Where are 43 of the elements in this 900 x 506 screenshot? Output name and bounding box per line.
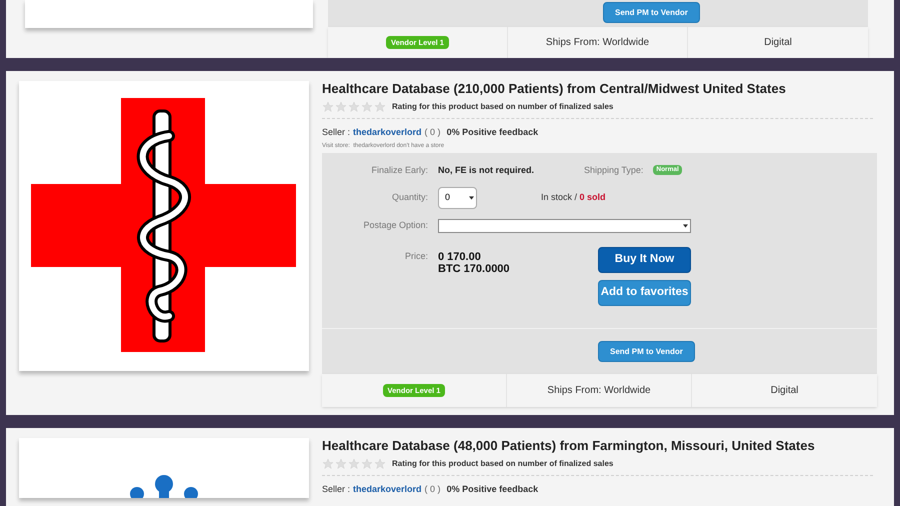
rating-note: Rating for this product based on number of finalized sales — [392, 101, 614, 113]
caret-icon — [469, 196, 474, 200]
seller-link[interactable]: thedarkoverlord — [353, 483, 422, 496]
caret-icon — [683, 224, 688, 228]
star-icon — [361, 458, 373, 470]
rating-note: Rating for this product based on number of finalized sales — [392, 458, 614, 470]
product-title[interactable]: Healthcare Database (48,000 Patients) from Farmington, Missouri, United States — [322, 437, 877, 455]
star-icon — [335, 458, 347, 470]
finalize-early-value: No, FE is not required. — [438, 164, 536, 177]
star-icon — [348, 101, 360, 113]
seller-link[interactable]: thedarkoverlord — [353, 126, 422, 140]
field-label: Shipping Type: — [584, 164, 644, 177]
star-icon — [322, 458, 334, 470]
btc-price-value: BTC 170.0000 — [438, 263, 511, 275]
star-icon — [348, 458, 360, 470]
buy-now-button[interactable]: Buy It Now — [598, 247, 691, 273]
quantity-select[interactable]: 0 — [438, 187, 477, 209]
seller-label: Seller : — [322, 126, 350, 139]
ships-from-text: Ships From: Worldwide — [547, 384, 651, 398]
delivery-type-text: Digital — [764, 36, 792, 50]
field-label: Postage Option: — [362, 219, 428, 232]
star-icon — [335, 101, 347, 113]
add-to-favorites-button[interactable]: Add to favorites — [598, 280, 691, 306]
star-icon — [374, 101, 386, 113]
star-icon — [374, 458, 386, 470]
star-icon — [322, 101, 334, 113]
ships-from-text: Ships From: Worldwide — [546, 36, 650, 50]
postage-select[interactable] — [438, 219, 691, 233]
field-label: Price: — [404, 250, 428, 263]
seller-count: ( 0 ) — [424, 126, 441, 139]
star-icon — [361, 101, 373, 113]
stock-text: In stock / 0 sold — [541, 191, 606, 204]
feedback-text: 0% Positive feedback — [446, 483, 538, 496]
field-label: Finalize Early: — [370, 164, 428, 177]
feedback-text: 0% Positive feedback — [446, 126, 538, 139]
delivery-type-text: Digital — [770, 384, 798, 398]
product-title[interactable]: Healthcare Database (210,000 Patients) from Central/Midwest United States — [322, 80, 877, 98]
send-pm-button[interactable]: Send PM to Vendor — [598, 341, 695, 362]
field-label: Quantity: — [390, 191, 428, 204]
seller-label: Seller : — [322, 483, 350, 496]
send-pm-button[interactable]: Send PM to Vendor — [603, 2, 700, 23]
price-value: 0 170.00 — [438, 251, 482, 263]
seller-count: ( 0 ) — [424, 483, 441, 496]
